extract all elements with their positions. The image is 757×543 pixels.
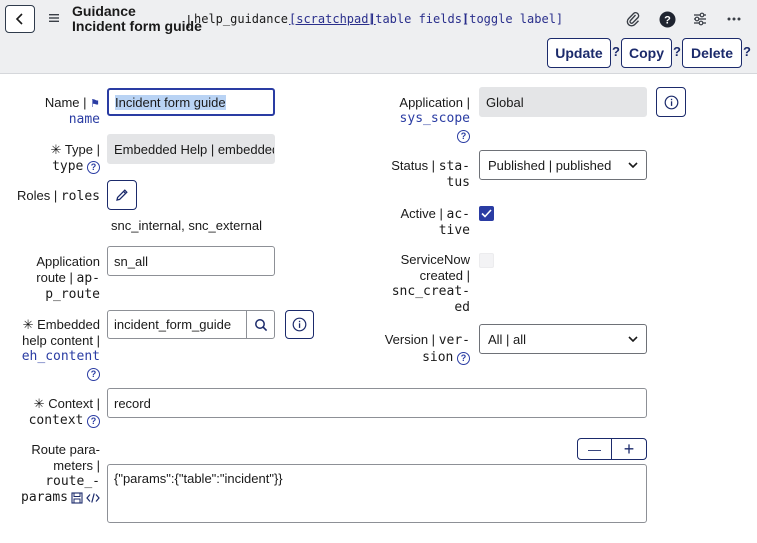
help-icon[interactable]: ? — [87, 415, 100, 428]
roles-value: snc_internal, snc_external — [111, 218, 263, 233]
route-params-textarea[interactable]: {"params":{"table":"incident"}} — [107, 464, 647, 523]
menu-icon[interactable] — [47, 11, 61, 25]
name-label: Name | ⚑ name — [0, 95, 100, 128]
table-fields-link[interactable]: [table fields] — [368, 12, 469, 26]
chevron-down-icon — [628, 336, 638, 342]
copy-help[interactable]: ? — [673, 44, 681, 59]
code-icon[interactable] — [86, 492, 100, 504]
snc-created-checkbox — [479, 253, 494, 268]
mandatory-icon: ✳ — [33, 396, 45, 411]
info-icon — [664, 95, 678, 109]
application-info-button[interactable] — [656, 87, 686, 117]
check-icon — [481, 209, 492, 218]
app-route-input[interactable]: sn_all — [107, 246, 275, 276]
delete-help[interactable]: ? — [743, 44, 751, 59]
active-checkbox[interactable] — [479, 206, 494, 221]
pencil-icon — [116, 189, 128, 201]
help-icon[interactable]: ? — [658, 10, 676, 28]
help-icon[interactable]: ? — [457, 130, 470, 143]
paperclip-icon[interactable] — [624, 10, 642, 28]
help-icon[interactable]: ? — [457, 352, 470, 365]
back-button[interactable] — [5, 5, 35, 33]
help-icon[interactable]: ? — [87, 161, 100, 174]
app-route-label: Application route | ap- p_route — [36, 254, 100, 302]
toggle-label-link[interactable]: [toggle label] — [462, 12, 563, 26]
update-help[interactable]: ? — [612, 44, 620, 59]
table-name: help_guidance — [194, 12, 288, 26]
active-label: Active | ac- tive — [400, 206, 471, 238]
edit-roles-button[interactable] — [107, 180, 137, 210]
version-label: Version | ver- sion ? — [384, 332, 470, 365]
form-title-record-name: Incident form guide — [72, 18, 202, 34]
roles-label: Roles | roles — [17, 188, 100, 204]
name-field-name: name — [68, 112, 100, 127]
svg-text:?: ? — [664, 14, 671, 26]
collapse-button[interactable]: — — [577, 438, 612, 460]
type-input: Embedded Help | embedded — [107, 134, 275, 164]
version-select[interactable]: All | all — [479, 324, 647, 354]
delete-button[interactable]: Delete — [682, 38, 742, 68]
form-title-record-type: Guidance — [72, 3, 136, 19]
context-label: ✳ Context | context ? — [28, 396, 100, 428]
chevron-left-icon — [15, 13, 23, 25]
mandatory-icon: ✳ — [22, 317, 34, 332]
help-icon[interactable]: ? — [87, 368, 100, 381]
status-label: Status | sta- tus — [391, 158, 470, 190]
search-icon — [254, 318, 267, 331]
flag-icon: ⚑ — [90, 98, 100, 110]
eh-content-input[interactable]: incident_form_guide — [107, 310, 247, 339]
name-input[interactable]: Incident form guide — [107, 88, 275, 116]
scratchpad-link[interactable]: [scratchpad] — [289, 12, 376, 26]
status-select[interactable]: Published | published — [479, 150, 647, 180]
chevron-down-icon — [628, 162, 638, 168]
title-separator: | — [187, 12, 191, 28]
update-button[interactable]: Update — [547, 38, 611, 68]
type-label: ✳ Type | type ? — [50, 142, 100, 174]
more-icon[interactable] — [725, 10, 743, 28]
eh-content-label: ✳ Embedded help content | eh_content ? — [21, 317, 100, 381]
snc-created-label: ServiceNow created | snc_creat- ed — [391, 252, 470, 315]
expand-button[interactable]: + — [611, 438, 647, 460]
plus-icon: + — [623, 439, 635, 459]
sliders-icon[interactable] — [691, 10, 709, 28]
application-label: Application | sys_scope ? — [399, 95, 470, 143]
route-params-label: Route para- meters | route_- params — [21, 442, 100, 505]
lookup-button[interactable] — [246, 310, 275, 339]
save-icon[interactable] — [71, 492, 83, 504]
eh-content-info-button[interactable] — [285, 310, 314, 339]
application-input: Global — [479, 87, 647, 117]
info-icon — [292, 317, 307, 332]
copy-button[interactable]: Copy — [621, 38, 672, 68]
minus-icon: — — [588, 441, 601, 457]
context-input[interactable]: record — [107, 388, 647, 418]
mandatory-icon: ✳ — [50, 142, 62, 157]
